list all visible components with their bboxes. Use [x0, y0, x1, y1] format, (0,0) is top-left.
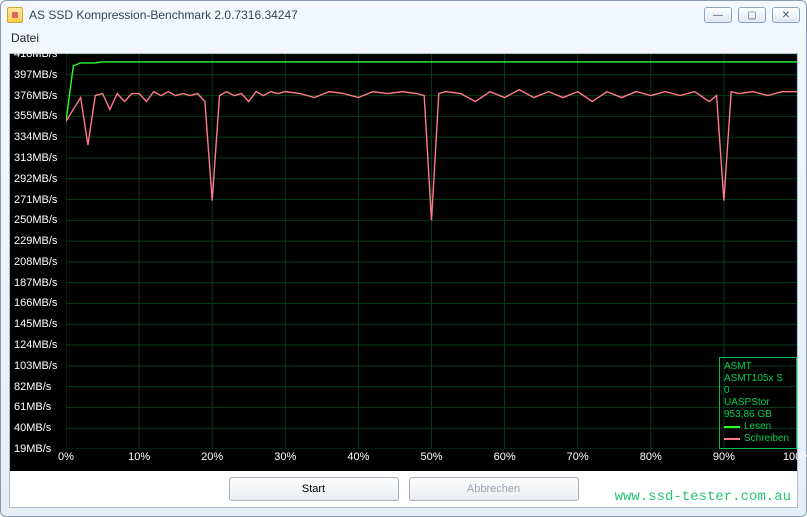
legend-read-swatch — [724, 426, 740, 428]
legend-box: ASMT ASMT105x S 0 UASPStor 953,86 GB Les… — [719, 357, 797, 449]
x-axis: 0%10%20%30%40%50%60%70%80%90%100% — [66, 449, 797, 471]
y-tick-label: 103MB/s — [14, 360, 57, 372]
y-tick-label: 250MB/s — [14, 214, 57, 226]
y-tick-label: 19MB/s — [14, 443, 51, 455]
titlebar: AS SSD Kompression-Benchmark 2.0.7316.34… — [1, 1, 806, 29]
app-icon — [7, 7, 23, 23]
y-tick-label: 61MB/s — [14, 401, 51, 413]
y-tick-label: 397MB/s — [14, 69, 57, 81]
y-tick-label: 166MB/s — [14, 297, 57, 309]
start-button[interactable]: Start — [229, 477, 399, 501]
close-button[interactable]: ✕ — [772, 7, 800, 23]
menubar: Datei — [1, 29, 806, 49]
chart-plot — [66, 54, 797, 449]
x-tick-label: 60% — [494, 451, 516, 463]
y-tick-label: 313MB/s — [14, 152, 57, 164]
x-tick-label: 40% — [347, 451, 369, 463]
legend-capacity: 953,86 GB — [724, 409, 792, 421]
x-tick-label: 0% — [58, 451, 74, 463]
x-tick-label: 20% — [201, 451, 223, 463]
app-window: AS SSD Kompression-Benchmark 2.0.7316.34… — [0, 0, 807, 517]
legend-device-2: 0 — [724, 385, 792, 397]
y-tick-label: 229MB/s — [14, 235, 57, 247]
y-tick-label: 187MB/s — [14, 277, 57, 289]
x-tick-label: 70% — [567, 451, 589, 463]
legend-write-row: Schreiben — [724, 433, 792, 445]
button-row: Start Abbrechen — [10, 471, 797, 507]
y-tick-label: 40MB/s — [14, 422, 51, 434]
y-tick-label: 271MB/s — [14, 194, 57, 206]
legend-driver: UASPStor — [724, 397, 792, 409]
y-tick-label: 292MB/s — [14, 173, 57, 185]
legend-write-label: Schreiben — [744, 433, 789, 445]
legend-read-row: Lesen — [724, 421, 792, 433]
x-tick-label: 90% — [713, 451, 735, 463]
y-tick-label: 145MB/s — [14, 318, 57, 330]
y-axis: 418MB/s397MB/s376MB/s355MB/s334MB/s313MB… — [10, 54, 66, 449]
legend-write-swatch — [724, 438, 740, 440]
y-tick-label: 208MB/s — [14, 256, 57, 268]
y-tick-label: 334MB/s — [14, 131, 57, 143]
y-tick-label: 82MB/s — [14, 381, 51, 393]
y-tick-label: 418MB/s — [14, 48, 57, 60]
window-controls: — ▢ ✕ — [704, 7, 800, 23]
x-tick-label: 100% — [783, 451, 807, 463]
legend-device-1: ASMT ASMT105x S — [724, 361, 792, 385]
x-tick-label: 30% — [274, 451, 296, 463]
x-tick-label: 50% — [420, 451, 442, 463]
abort-button[interactable]: Abbrechen — [409, 477, 579, 501]
y-tick-label: 124MB/s — [14, 339, 57, 351]
legend-read-label: Lesen — [744, 421, 771, 433]
y-tick-label: 355MB/s — [14, 110, 57, 122]
chart-area: 418MB/s397MB/s376MB/s355MB/s334MB/s313MB… — [10, 54, 797, 471]
x-tick-label: 10% — [128, 451, 150, 463]
chart-svg — [66, 54, 797, 449]
client-area: 418MB/s397MB/s376MB/s355MB/s334MB/s313MB… — [9, 53, 798, 508]
y-tick-label: 376MB/s — [14, 90, 57, 102]
window-title: AS SSD Kompression-Benchmark 2.0.7316.34… — [29, 8, 704, 22]
menu-file[interactable]: Datei — [11, 31, 39, 45]
x-tick-label: 80% — [640, 451, 662, 463]
maximize-button[interactable]: ▢ — [738, 7, 766, 23]
minimize-button[interactable]: — — [704, 7, 732, 23]
